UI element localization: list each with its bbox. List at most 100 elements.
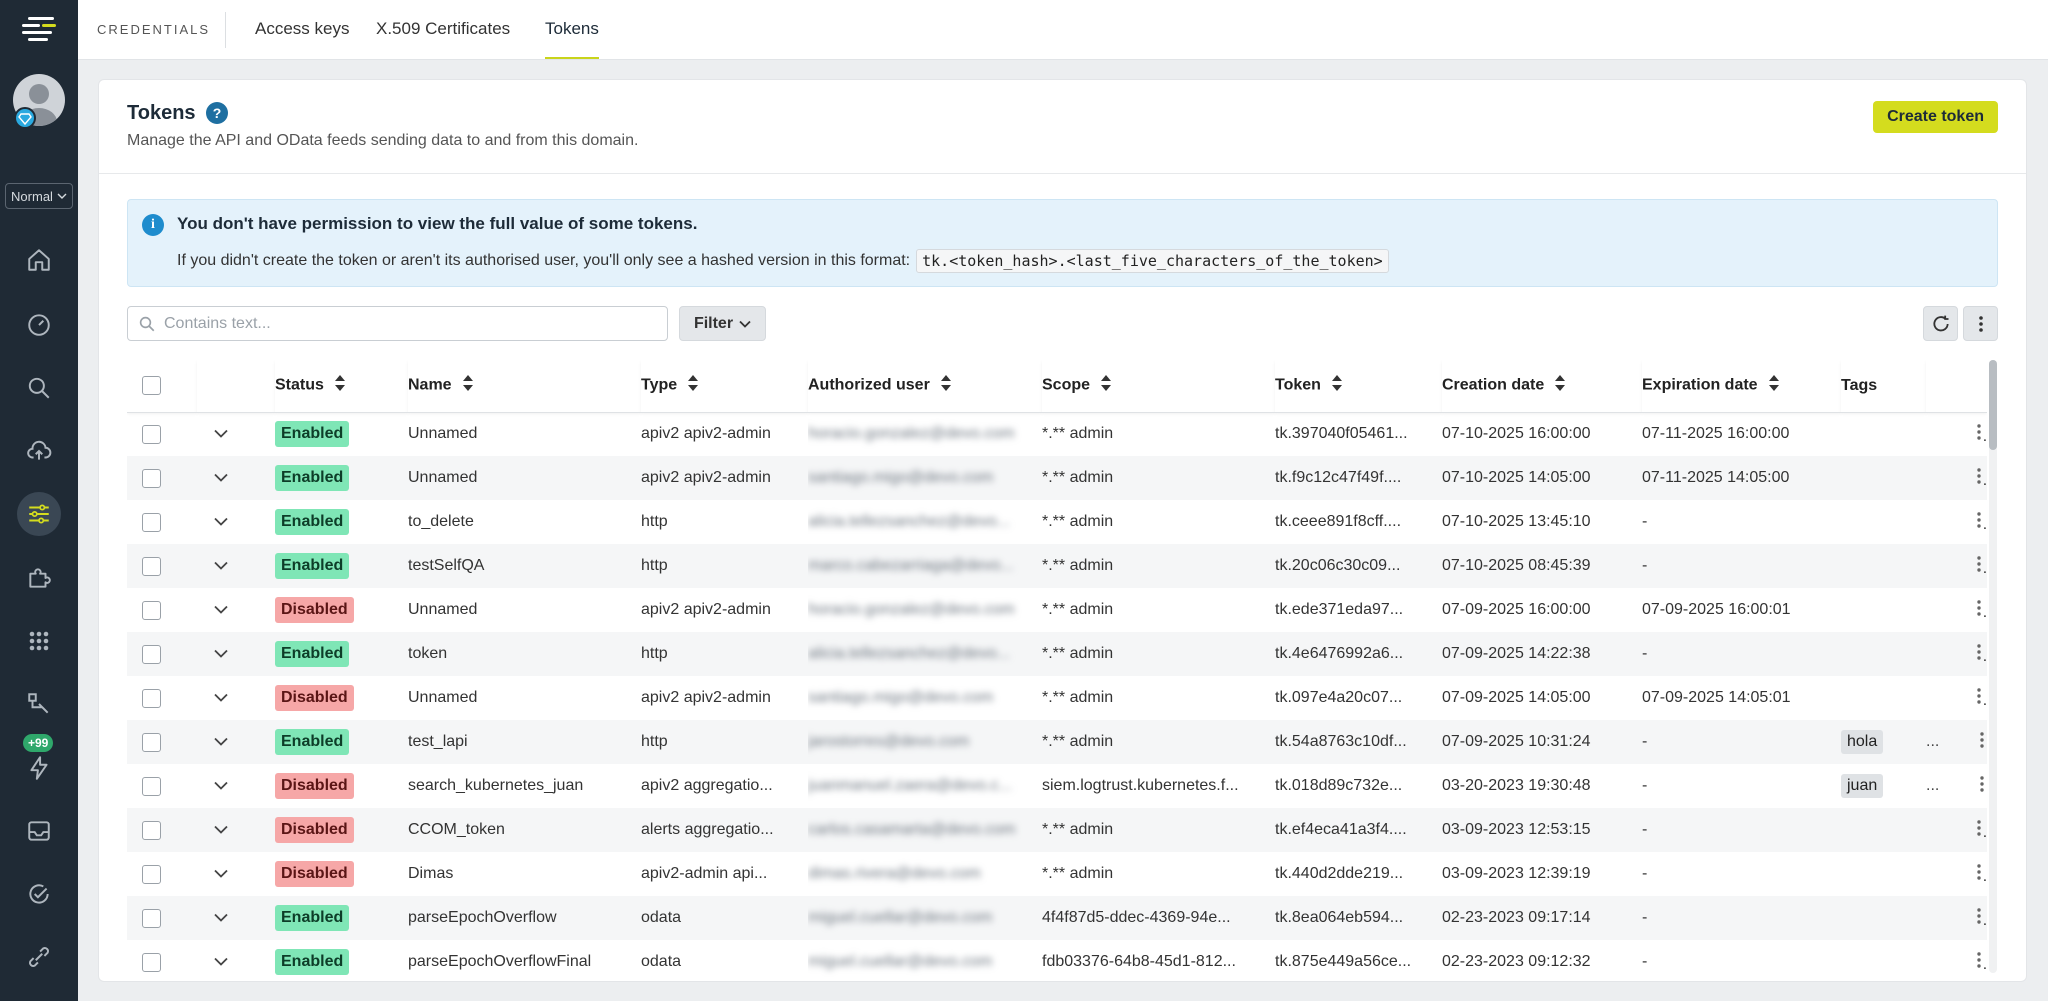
expand-row-chevron-icon[interactable] — [214, 513, 228, 531]
table-row[interactable]: Disabled search_kubernetes_juan apiv2 aggr… — [127, 764, 1987, 808]
column-type[interactable]: Type — [641, 360, 808, 413]
table-row[interactable]: Enabled Unnamed apiv2 apiv2-admin santiago.… — [127, 456, 1987, 500]
sort-icon[interactable] — [1554, 374, 1566, 397]
dashboard-icon[interactable] — [17, 302, 61, 346]
search-icon[interactable] — [17, 366, 61, 410]
row-actions-kebab-icon[interactable] — [1976, 423, 1982, 446]
row-actions-kebab-icon[interactable] — [1976, 687, 1982, 710]
row-actions-kebab-icon[interactable] — [1976, 863, 1982, 886]
tag[interactable]: hola — [1841, 730, 1884, 754]
puzzle-icon[interactable] — [17, 556, 61, 600]
row-actions-kebab-icon[interactable] — [1976, 951, 1982, 974]
row-actions-kebab-icon[interactable] — [1976, 511, 1982, 534]
expand-row-chevron-icon[interactable] — [214, 645, 228, 663]
row-checkbox[interactable] — [142, 644, 161, 664]
row-checkbox[interactable] — [142, 688, 161, 708]
tab-x509-certificates[interactable]: X.509 Certificates — [376, 19, 510, 57]
row-checkbox[interactable] — [142, 512, 161, 532]
devo-logo-icon[interactable] — [18, 14, 60, 46]
row-actions-kebab-icon[interactable] — [1979, 731, 1985, 754]
table-scrollbar[interactable] — [1989, 360, 1997, 973]
sort-icon[interactable] — [687, 374, 699, 397]
authorized-user: alicia.tellezsanchez@devo... — [808, 645, 1011, 662]
row-actions-kebab-icon[interactable] — [1976, 907, 1982, 930]
sort-icon[interactable] — [940, 374, 952, 397]
table-row[interactable]: Enabled token http alicia.tellezsanchez@dev… — [127, 632, 1987, 676]
table-row[interactable]: Enabled test_lapi http jarostorres@devo.com… — [127, 720, 1987, 764]
tab-access-keys[interactable]: Access keys — [255, 19, 349, 57]
home-icon[interactable] — [17, 238, 61, 282]
row-actions-kebab-icon[interactable] — [1976, 819, 1982, 842]
row-actions-kebab-icon[interactable] — [1976, 555, 1982, 578]
mode-select[interactable]: Normal — [5, 183, 73, 209]
row-checkbox[interactable] — [142, 820, 161, 840]
tag[interactable]: juan — [1841, 774, 1884, 798]
table-row[interactable]: Disabled Unnamed apiv2 apiv2-admin santiago… — [127, 676, 1987, 720]
row-checkbox[interactable] — [142, 424, 161, 444]
column-token[interactable]: Token — [1275, 360, 1442, 413]
table-row[interactable]: Enabled to_delete http alicia.tellezsanchez… — [127, 500, 1987, 544]
column-expiration-date[interactable]: Expiration date — [1642, 360, 1841, 413]
section-label: CREDENTIALS — [97, 22, 211, 37]
expand-row-chevron-icon[interactable] — [214, 733, 228, 751]
scrollbar-thumb[interactable] — [1989, 360, 1997, 450]
upload-icon[interactable] — [17, 429, 61, 473]
expand-row-chevron-icon[interactable] — [214, 601, 228, 619]
check-circle-icon[interactable] — [17, 872, 61, 916]
flow-icon[interactable] — [17, 682, 61, 726]
table-row[interactable]: Disabled Unnamed apiv2 apiv2-admin horacio.… — [127, 588, 1987, 632]
filter-button[interactable]: Filter — [679, 306, 766, 341]
row-actions-kebab-icon[interactable] — [1976, 643, 1982, 666]
expand-row-chevron-icon[interactable] — [214, 469, 228, 487]
column-name[interactable]: Name — [408, 360, 641, 413]
expand-row-chevron-icon[interactable] — [214, 909, 228, 927]
row-checkbox[interactable] — [142, 908, 161, 928]
row-actions-kebab-icon[interactable] — [1979, 775, 1985, 798]
expand-row-chevron-icon[interactable] — [214, 865, 228, 883]
sort-icon[interactable] — [334, 374, 346, 397]
table-row[interactable]: Enabled parseEpochOverflowFinal odata migue… — [127, 940, 1987, 981]
column-status[interactable]: Status — [275, 360, 408, 413]
row-checkbox[interactable] — [142, 600, 161, 620]
select-all-checkbox[interactable] — [142, 376, 161, 396]
expand-row-chevron-icon[interactable] — [214, 689, 228, 707]
expand-row-chevron-icon[interactable] — [214, 557, 228, 575]
inbox-icon[interactable] — [17, 809, 61, 853]
row-checkbox[interactable] — [142, 556, 161, 576]
apps-icon[interactable] — [17, 619, 61, 663]
expand-row-chevron-icon[interactable] — [214, 953, 228, 971]
sort-icon[interactable] — [1331, 374, 1343, 397]
row-checkbox[interactable] — [142, 468, 161, 488]
column-creation-date[interactable]: Creation date — [1442, 360, 1642, 413]
table-row[interactable]: Enabled parseEpochOverflow odata miguel.cue… — [127, 896, 1987, 940]
link-icon[interactable] — [17, 935, 61, 979]
tab-tokens[interactable]: Tokens — [545, 19, 599, 59]
table-row[interactable]: Disabled Dimas apiv2-admin api... dimas.riv… — [127, 852, 1987, 896]
expand-row-chevron-icon[interactable] — [214, 777, 228, 795]
sliders-icon[interactable] — [17, 492, 61, 536]
table-row[interactable]: Enabled testSelfQA http marco.cabezarriaga@… — [127, 544, 1987, 588]
bolt-icon[interactable] — [17, 746, 61, 790]
sort-icon[interactable] — [1768, 374, 1780, 397]
help-icon[interactable]: ? — [206, 102, 228, 124]
column-scope[interactable]: Scope — [1042, 360, 1275, 413]
row-checkbox[interactable] — [142, 864, 161, 884]
more-tags[interactable]: ... — [1926, 733, 1939, 751]
row-actions-kebab-icon[interactable] — [1976, 467, 1982, 490]
row-actions-kebab-icon[interactable] — [1976, 599, 1982, 622]
refresh-button[interactable] — [1923, 306, 1958, 341]
column-authorized-user[interactable]: Authorized user — [808, 360, 1042, 413]
more-options-button[interactable] — [1963, 306, 1998, 341]
expand-row-chevron-icon[interactable] — [214, 821, 228, 839]
row-checkbox[interactable] — [142, 776, 161, 796]
sort-icon[interactable] — [462, 374, 474, 397]
table-row[interactable]: Enabled Unnamed apiv2 apiv2-admin horacio.g… — [127, 412, 1987, 456]
create-token-button[interactable]: Create token — [1873, 101, 1998, 133]
expand-row-chevron-icon[interactable] — [214, 425, 228, 443]
table-row[interactable]: Disabled CCOM_token alerts aggregatio... ca… — [127, 808, 1987, 852]
row-checkbox[interactable] — [142, 732, 161, 752]
more-tags[interactable]: ... — [1926, 777, 1939, 795]
row-checkbox[interactable] — [142, 952, 161, 972]
sort-icon[interactable] — [1100, 374, 1112, 397]
search-input[interactable] — [164, 314, 644, 333]
